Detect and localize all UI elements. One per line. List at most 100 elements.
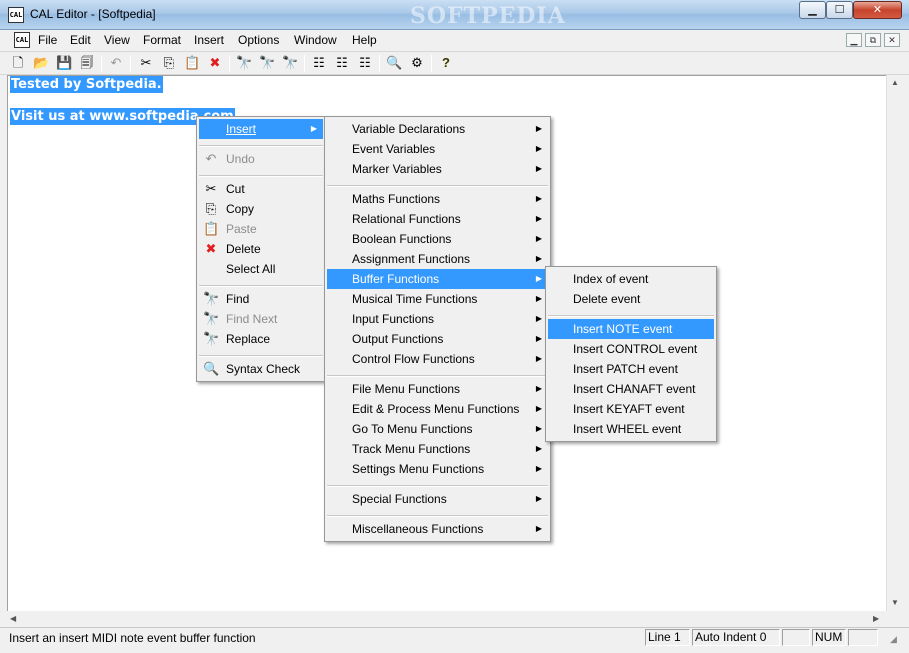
submenu-arrow-icon: ▶: [535, 494, 542, 503]
tool-icon[interactable]: ⚙: [409, 55, 425, 71]
context-menu-find[interactable]: 🔭 Find: [199, 289, 323, 309]
menu-window[interactable]: Window: [294, 33, 337, 47]
mdi-restore-button[interactable]: ⧉: [865, 33, 881, 47]
submenu-variable-declarations[interactable]: Variable Declarations ▶: [327, 119, 548, 139]
close-button[interactable]: ✕: [853, 1, 902, 19]
context-menu-undo[interactable]: ↶ Undo: [199, 149, 323, 169]
scroll-left-icon[interactable]: ◀: [10, 615, 16, 623]
buffer-index-of-event[interactable]: Index of event: [548, 269, 714, 289]
title-bar[interactable]: CAL CAL Editor - [Softpedia] SOFTPEDIA ▁…: [0, 0, 909, 30]
mdi-close-button[interactable]: ✕: [884, 33, 900, 47]
delete-icon[interactable]: ✖: [207, 55, 223, 71]
submenu-event-variables[interactable]: Event Variables ▶: [327, 139, 548, 159]
submenu-arrow-icon: ▶: [535, 294, 542, 303]
menu-insert[interactable]: Insert: [194, 33, 224, 47]
minimize-button[interactable]: ▁: [799, 1, 826, 19]
submenu-assignment-functions[interactable]: Assignment Functions ▶: [327, 249, 548, 269]
submenu-relational-functions[interactable]: Relational Functions ▶: [327, 209, 548, 229]
submenu-settings-menu-functions[interactable]: Settings Menu Functions ▶: [327, 459, 548, 479]
submenu-arrow-icon: ▶: [535, 524, 542, 533]
horizontal-scrollbar[interactable]: ◀ ▶: [7, 611, 886, 628]
submenu-edit-process-menu-functions[interactable]: Edit & Process Menu Functions ▶: [327, 399, 548, 419]
menu-help[interactable]: Help: [352, 33, 377, 47]
submenu-miscellaneous-functions[interactable]: Miscellaneous Functions ▶: [327, 519, 548, 539]
submenu-boolean-functions[interactable]: Boolean Functions ▶: [327, 229, 548, 249]
submenu-marker-variables[interactable]: Marker Variables ▶: [327, 159, 548, 179]
submenu-file-menu-functions[interactable]: File Menu Functions ▶: [327, 379, 548, 399]
context-menu-syntax-check[interactable]: 🔍 Syntax Check: [199, 359, 323, 379]
status-bar: Insert an insert MIDI note event buffer …: [0, 627, 909, 653]
indent-icon[interactable]: ☷: [311, 55, 327, 71]
save-all-icon[interactable]: 🗐: [79, 55, 95, 71]
buffer-insert-control-event[interactable]: Insert CONTROL event: [548, 339, 714, 359]
syntax-check-icon[interactable]: 🔍: [386, 55, 402, 71]
buffer-insert-wheel-event[interactable]: Insert WHEEL event: [548, 419, 714, 439]
mdi-minimize-button[interactable]: ▁: [846, 33, 862, 47]
find-icon[interactable]: 🔭: [236, 55, 252, 71]
context-menu-find-next[interactable]: 🔭 Find Next: [199, 309, 323, 329]
context-menu-delete[interactable]: ✖ Delete: [199, 239, 323, 259]
scroll-down-icon[interactable]: ▼: [891, 599, 899, 607]
submenu-musical-time-functions[interactable]: Musical Time Functions ▶: [327, 289, 548, 309]
cut-icon: ✂: [205, 181, 217, 196]
buffer-insert-chanaft-event[interactable]: Insert CHANAFT event: [548, 379, 714, 399]
submenu-arrow-icon: ▶: [535, 334, 542, 343]
maximize-button[interactable]: ☐: [826, 1, 853, 19]
menu-options[interactable]: Options: [238, 33, 279, 47]
replace-icon[interactable]: 🔭: [282, 55, 298, 71]
menu-edit[interactable]: Edit: [70, 33, 91, 47]
open-folder-icon[interactable]: 📂: [33, 55, 49, 71]
submenu-track-menu-functions[interactable]: Track Menu Functions ▶: [327, 439, 548, 459]
outdent-icon[interactable]: ☷: [334, 55, 350, 71]
app-icon[interactable]: CAL: [8, 7, 24, 23]
buffer-insert-keyaft-event[interactable]: Insert KEYAFT event: [548, 399, 714, 419]
buffer-insert-note-event[interactable]: Insert NOTE event: [548, 319, 714, 339]
undo-icon: ↶: [205, 151, 217, 166]
vertical-scrollbar[interactable]: ▲ ▼: [886, 75, 903, 611]
submenu-go-to-menu-functions[interactable]: Go To Menu Functions ▶: [327, 419, 548, 439]
context-menu: Insert ▶ ↶ Undo ✂ Cut ⎘ Copy 📋 Paste ✖ D…: [196, 116, 326, 382]
scroll-right-icon[interactable]: ▶: [873, 615, 879, 623]
cut-icon[interactable]: ✂: [138, 55, 154, 71]
submenu-input-functions[interactable]: Input Functions ▶: [327, 309, 548, 329]
find-next-icon[interactable]: 🔭: [259, 55, 275, 71]
menu-view[interactable]: View: [104, 33, 130, 47]
buffer-insert-patch-event[interactable]: Insert PATCH event: [548, 359, 714, 379]
submenu-control-flow-functions[interactable]: Control Flow Functions ▶: [327, 349, 548, 369]
submenu-arrow-icon: ▶: [535, 384, 542, 393]
new-file-icon[interactable]: 🗋: [10, 55, 26, 71]
menu-separator: [199, 285, 323, 287]
context-menu-replace[interactable]: 🔭 Replace: [199, 329, 323, 349]
undo-icon[interactable]: ↶: [108, 55, 124, 71]
menu-bar: CAL File Edit View Format Insert Options…: [0, 30, 909, 50]
replace-icon: 🔭: [203, 331, 220, 346]
document-icon[interactable]: CAL: [14, 32, 30, 48]
editor-line-1[interactable]: Tested by Softpedia.: [10, 76, 163, 93]
scroll-up-icon[interactable]: ▲: [891, 79, 899, 87]
paste-icon[interactable]: 📋: [184, 55, 200, 71]
submenu-arrow-icon: ▶: [535, 354, 542, 363]
save-icon[interactable]: 💾: [56, 55, 72, 71]
submenu-arrow-icon: ▶: [535, 144, 542, 153]
comment-icon[interactable]: ☷: [357, 55, 373, 71]
toolbar-separator: [304, 55, 305, 72]
submenu-maths-functions[interactable]: Maths Functions ▶: [327, 189, 548, 209]
submenu-buffer-functions[interactable]: Buffer Functions ▶: [327, 269, 548, 289]
buffer-functions-submenu: Index of event Delete event Insert NOTE …: [545, 266, 717, 442]
context-menu-insert[interactable]: Insert ▶: [199, 119, 323, 139]
context-menu-paste[interactable]: 📋 Paste: [199, 219, 323, 239]
copy-icon[interactable]: ⎘: [161, 55, 177, 71]
submenu-output-functions[interactable]: Output Functions ▶: [327, 329, 548, 349]
help-icon[interactable]: ?: [438, 55, 454, 71]
buffer-delete-event[interactable]: Delete event: [548, 289, 714, 309]
submenu-special-functions[interactable]: Special Functions ▶: [327, 489, 548, 509]
resize-grip-icon[interactable]: ◢: [890, 634, 897, 645]
context-menu-cut[interactable]: ✂ Cut: [199, 179, 323, 199]
menu-file[interactable]: File: [38, 33, 57, 47]
submenu-arrow-icon: ▶: [535, 254, 542, 263]
context-menu-copy[interactable]: ⎘ Copy: [199, 199, 323, 219]
menu-format[interactable]: Format: [143, 33, 181, 47]
status-auto-indent: Auto Indent 0: [692, 629, 780, 646]
context-menu-select-all[interactable]: Select All: [199, 259, 323, 279]
submenu-arrow-icon: ▶: [535, 214, 542, 223]
